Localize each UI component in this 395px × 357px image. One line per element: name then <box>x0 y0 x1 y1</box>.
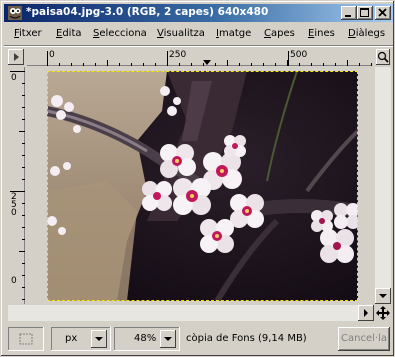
hruler-label-500: 500 <box>290 50 308 60</box>
menu-eines-rest: ines <box>314 28 335 39</box>
cancel-button[interactable]: Cancel·la <box>338 327 390 351</box>
maximize-button[interactable] <box>357 6 373 20</box>
navigate-button[interactable] <box>376 49 390 65</box>
vertical-scrollbar[interactable] <box>375 67 391 304</box>
quick-mask-icon <box>19 333 33 345</box>
menu-visualitza-rest: isualitza <box>163 28 205 39</box>
unit-value: px <box>65 333 78 344</box>
menu-dialegs[interactable]: Diàlegs <box>348 28 385 39</box>
vertical-ruler[interactable]: 0 250 0 <box>8 67 25 304</box>
vruler-label-0: 0 <box>11 73 17 83</box>
photo-almond-blossoms[interactable] <box>47 71 358 301</box>
arrow-right-icon <box>364 309 368 317</box>
horizontal-ruler-ticks <box>27 51 372 66</box>
menu-separator <box>4 45 393 47</box>
quick-mask-button[interactable] <box>8 327 44 351</box>
layer-info: còpia de Fons (9,14 MB) <box>186 333 307 344</box>
zoom-selector[interactable]: 48% <box>114 327 180 351</box>
menu-bar: Fitxer Edita Selecciona Visualitza Imatg… <box>4 25 393 44</box>
vruler-label-250-zero: 0 <box>11 208 17 218</box>
zoom-dropdown-button[interactable] <box>160 330 176 348</box>
close-button[interactable] <box>375 6 391 20</box>
gimp-wilber-icon[interactable] <box>7 5 23 21</box>
menu-edita[interactable]: Edita <box>56 28 82 39</box>
menu-selecciona-rest: elecciona <box>99 28 147 39</box>
vertical-ruler-ticks <box>10 67 25 304</box>
image-canvas[interactable] <box>27 67 372 304</box>
minimize-icon <box>345 15 351 17</box>
chevron-down-icon <box>95 337 103 341</box>
unit-dropdown-button[interactable] <box>91 330 107 348</box>
arrow-down-icon <box>379 294 387 298</box>
scroll-right-button[interactable] <box>358 305 374 321</box>
menu-visualitza[interactable]: Visualitza <box>157 28 205 39</box>
minimize-button[interactable] <box>341 6 357 20</box>
menu-imatge[interactable]: Imatge <box>216 28 251 39</box>
horizontal-ruler[interactable]: 0 250 500 <box>27 49 372 66</box>
window-title: *paisa04.jpg-3.0 (RGB, 2 capes) 640x480 <box>26 6 269 18</box>
zoom-value: 48% <box>134 333 157 344</box>
menu-capes[interactable]: Capes <box>264 28 295 39</box>
move-cross-icon[interactable] <box>375 305 391 321</box>
image-menu-button[interactable] <box>8 49 24 65</box>
scroll-down-button[interactable] <box>375 288 391 304</box>
menu-selecciona[interactable]: Selecciona <box>93 28 147 39</box>
unit-selector[interactable]: px <box>51 327 111 351</box>
hruler-label-0: 0 <box>49 50 55 60</box>
vruler-label-bottom: 0 <box>11 276 17 286</box>
menu-edita-rest: dita <box>62 28 82 39</box>
close-icon <box>378 8 387 17</box>
menu-arrow-icon <box>14 53 19 61</box>
horizontal-scrollbar[interactable] <box>8 305 374 321</box>
title-bar[interactable]: *paisa04.jpg-3.0 (RGB, 2 capes) 640x480 <box>4 4 393 22</box>
chevron-down-icon <box>164 337 172 341</box>
menu-capes-rest: apes <box>270 28 295 39</box>
menu-dialegs-rest: iàlegs <box>355 28 386 39</box>
menu-eines[interactable]: Eines <box>308 28 335 39</box>
maximize-icon <box>360 8 369 17</box>
navigate-icon <box>377 51 389 63</box>
menu-fitxer-rest: itxer <box>19 28 42 39</box>
hruler-label-250: 250 <box>169 50 187 60</box>
vruler-label-250: 250 <box>11 192 17 218</box>
image-window: *paisa04.jpg-3.0 (RGB, 2 capes) 640x480 … <box>0 0 395 357</box>
menu-fitxer[interactable]: Fitxer <box>14 28 42 39</box>
status-bar: px 48% còpia de Fons (9,14 MB) Cancel·la <box>4 323 393 355</box>
menu-imatge-rest: matge <box>218 28 252 39</box>
